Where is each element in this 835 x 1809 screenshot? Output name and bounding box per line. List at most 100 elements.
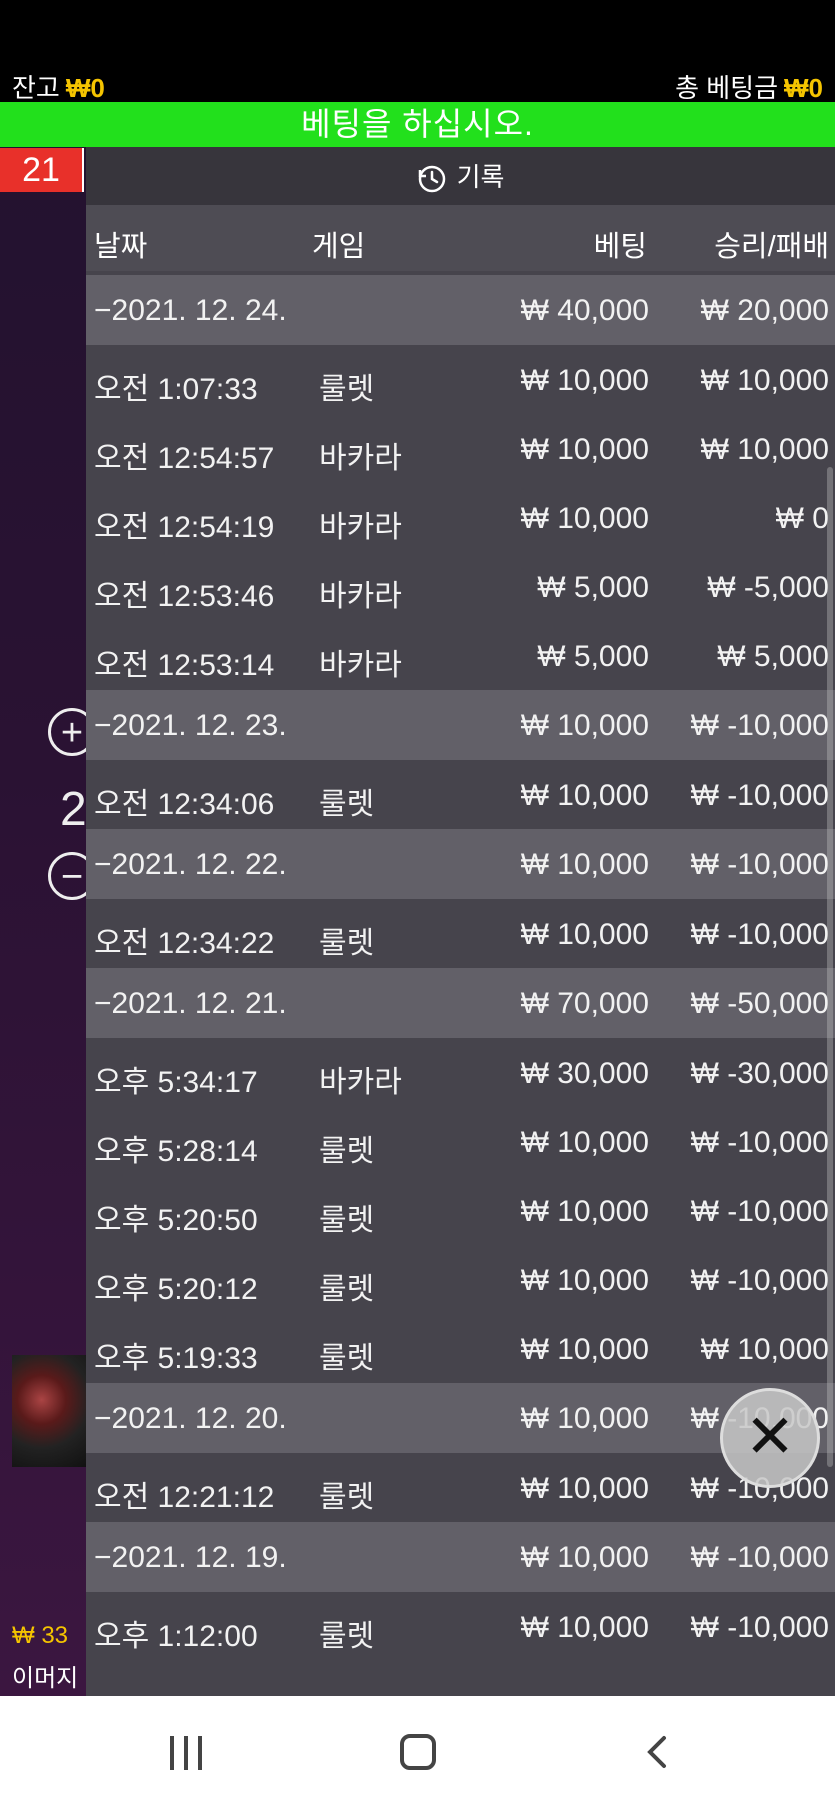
row-game: 바카라 (319, 1066, 402, 1099)
system-nav-bar (0, 1696, 835, 1809)
row-result: ₩ -10,000 (690, 709, 829, 742)
history-panel: 기록 날짜 게임 베팅 승리/패배 −2021. 12. 24. ₩ 40,000… (86, 147, 835, 1696)
row-bet: ₩ 10,000 (520, 1264, 649, 1297)
row-game: 룰렛 (319, 1273, 375, 1306)
row-date: −2021. 12. 19. (94, 1541, 287, 1574)
history-day-row[interactable]: −2021. 12. 22. ₩ 10,000 ₩ -10,000 (86, 829, 835, 899)
row-result: ₩ 10,000 (700, 433, 829, 466)
history-scrollbar[interactable] (827, 467, 833, 1467)
row-result: ₩ -10,000 (690, 1264, 829, 1297)
row-result: ₩ -30,000 (690, 1057, 829, 1090)
history-item-row: 오전 1:07:33 룰렛 ₩ 10,000 ₩ 10,000 (86, 345, 835, 414)
row-date: −2021. 12. 21. (94, 987, 287, 1020)
row-bet: ₩ 10,000 (520, 709, 649, 742)
row-date: 오전 12:54:57 (94, 442, 275, 475)
game-thumbnail[interactable] (12, 1355, 86, 1467)
last-result-badge: 21 (0, 148, 84, 192)
row-bet: ₩ 10,000 (520, 502, 649, 535)
row-game: 바카라 (319, 442, 402, 475)
row-date: −2021. 12. 23. (94, 709, 287, 742)
row-bet: ₩ 10,000 (520, 1195, 649, 1228)
row-bet: ₩ 10,000 (520, 848, 649, 881)
row-game: 룰렛 (319, 927, 375, 960)
balance-label: 잔고 (12, 73, 60, 103)
row-game: 룰렛 (319, 1481, 375, 1514)
row-game: 룰렛 (319, 1204, 375, 1237)
row-bet: ₩ 5,000 (537, 640, 649, 673)
row-game: 바카라 (319, 580, 402, 613)
row-result: ₩ -5,000 (707, 571, 829, 604)
chip-value: 2 (60, 783, 87, 836)
history-item-row: 오후 5:20:12 룰렛 ₩ 10,000 ₩ -10,000 (86, 1245, 835, 1314)
row-bet: ₩ 10,000 (520, 1126, 649, 1159)
row-result: ₩ 10,000 (700, 364, 829, 397)
row-date: −2021. 12. 22. (94, 848, 287, 881)
total-bet-label: 총 베팅금 (675, 73, 778, 103)
history-day-row[interactable]: −2021. 12. 23. ₩ 10,000 ₩ -10,000 (86, 690, 835, 760)
row-date: 오후 5:34:17 (94, 1066, 258, 1099)
row-bet: ₩ 5,000 (537, 571, 649, 604)
history-item-row: 오전 12:34:06 룰렛 ₩ 10,000 ₩ -10,000 (86, 760, 835, 829)
row-result: ₩ 20,000 (700, 294, 829, 327)
history-header: 기록 (86, 147, 835, 205)
row-game: 룰렛 (319, 373, 375, 406)
row-date: −2021. 12. 24. (94, 294, 287, 327)
row-bet: ₩ 10,000 (520, 1402, 649, 1435)
row-bet: ₩ 70,000 (520, 987, 649, 1020)
total-bet-value: ₩0 (784, 73, 823, 103)
image-caption: 이머지 (12, 1665, 79, 1692)
row-result: ₩ -10,000 (690, 1541, 829, 1574)
recent-apps-icon[interactable] (170, 1736, 204, 1770)
history-day-row[interactable]: −2021. 12. 21. ₩ 70,000 ₩ -50,000 (86, 968, 835, 1038)
balance-display: 잔고 ₩0 (12, 68, 105, 105)
row-bet: ₩ 10,000 (520, 1472, 649, 1505)
balance-value: ₩0 (65, 73, 105, 103)
row-date: 오전 12:54:19 (94, 511, 275, 544)
history-item-row: 오전 12:34:22 룰렛 ₩ 10,000 ₩ -10,000 (86, 899, 835, 968)
row-bet: ₩ 10,000 (520, 364, 649, 397)
row-bet: ₩ 40,000 (520, 294, 649, 327)
history-item-row: 오전 12:53:14 바카라 ₩ 5,000 ₩ 5,000 (86, 621, 835, 690)
row-bet: ₩ 10,000 (520, 779, 649, 812)
back-icon[interactable] (640, 1734, 676, 1770)
history-item-row: 오후 5:34:17 바카라 ₩ 30,000 ₩ -30,000 (86, 1038, 835, 1107)
row-result: ₩ -10,000 (690, 848, 829, 881)
row-result: ₩ -10,000 (690, 779, 829, 812)
row-game: 룰렛 (319, 788, 375, 821)
row-result: ₩ -10,000 (690, 918, 829, 951)
column-date: 날짜 (94, 231, 148, 263)
total-bet-display: 총 베팅금 ₩0 (675, 68, 823, 105)
row-game: 룰렛 (319, 1342, 375, 1375)
column-win-loss: 승리/패배 (714, 231, 829, 263)
row-bet: ₩ 10,000 (520, 1611, 649, 1644)
row-game: 바카라 (319, 511, 402, 544)
row-game: 룰렛 (319, 1135, 375, 1168)
history-item-row: 오후 5:20:50 룰렛 ₩ 10,000 ₩ -10,000 (86, 1176, 835, 1245)
close-icon[interactable]: ✕ (720, 1388, 820, 1488)
row-date: 오전 12:34:06 (94, 788, 275, 821)
history-item-row: 오전 12:21:12 룰렛 ₩ 10,000 ₩ -10,000 (86, 1453, 835, 1522)
row-date: 오전 12:53:46 (94, 580, 275, 613)
history-item-row: 오전 12:53:46 바카라 ₩ 5,000 ₩ -5,000 (86, 552, 835, 621)
history-day-row[interactable]: −2021. 12. 24. ₩ 40,000 ₩ 20,000 (86, 275, 835, 345)
top-status-bar: 잔고 ₩0 총 베팅금 ₩0 (0, 0, 835, 105)
row-result: ₩ -50,000 (690, 987, 829, 1020)
row-date: 오후 5:20:50 (94, 1204, 258, 1237)
row-bet: ₩ 10,000 (520, 1541, 649, 1574)
place-bets-banner: 베팅을 하십시오. (0, 102, 835, 147)
row-date: 오후 1:12:00 (94, 1620, 258, 1653)
row-result: ₩ -10,000 (690, 1611, 829, 1644)
row-date: 오후 5:20:12 (94, 1273, 258, 1306)
row-date: 오전 1:07:33 (94, 373, 258, 406)
history-day-row[interactable]: −2021. 12. 19. ₩ 10,000 ₩ -10,000 (86, 1522, 835, 1592)
row-result: ₩ 5,000 (717, 640, 829, 673)
row-game: 룰렛 (319, 1620, 375, 1653)
history-clock-icon (418, 165, 445, 193)
row-bet: ₩ 10,000 (520, 918, 649, 951)
row-date: 오후 5:28:14 (94, 1135, 258, 1168)
history-item-row: 오전 12:54:57 바카라 ₩ 10,000 ₩ 10,000 (86, 414, 835, 483)
row-date: 오후 5:19:33 (94, 1342, 258, 1375)
row-bet: ₩ 10,000 (520, 1333, 649, 1366)
home-icon[interactable] (400, 1734, 436, 1770)
row-date: 오전 12:21:12 (94, 1481, 275, 1514)
